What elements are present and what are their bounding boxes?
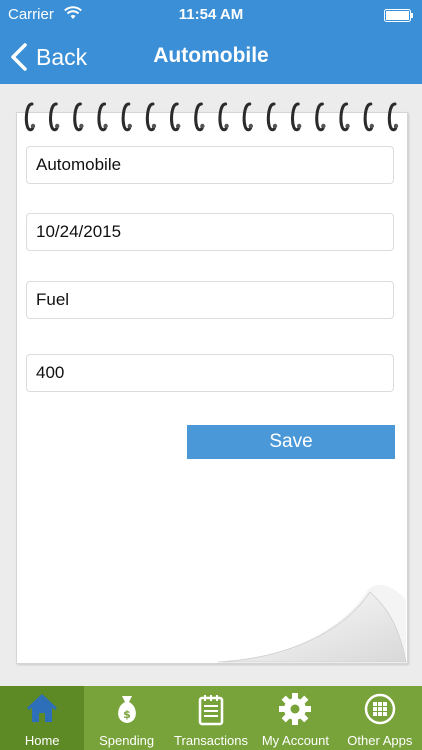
amount-field[interactable]: 400 xyxy=(26,354,394,392)
tab-home-label: Home xyxy=(24,733,60,748)
money-bag-icon: $ xyxy=(117,696,136,723)
spiral-ring xyxy=(121,102,132,132)
category-field[interactable]: Automobile xyxy=(26,146,394,184)
spiral-ring xyxy=(315,102,326,132)
tab-spending[interactable]: $ Spending xyxy=(84,686,168,750)
subcategory-field[interactable]: Fuel xyxy=(26,281,394,319)
spiral-ring xyxy=(49,102,60,132)
spiral-ring xyxy=(266,102,278,132)
tab-other-apps-label: Other Apps xyxy=(347,733,413,748)
spiral-ring xyxy=(24,102,36,132)
spiral-ring xyxy=(73,102,84,132)
spiral-ring xyxy=(387,102,399,132)
date-field[interactable]: 10/24/2015 xyxy=(26,213,394,251)
tab-transactions-label: Transactions xyxy=(174,733,248,748)
tab-spending-label: Spending xyxy=(99,733,155,748)
tab-bar: Home $ Spending Transactions My Account … xyxy=(0,686,422,750)
spiral-ring xyxy=(363,102,374,132)
spiral-ring xyxy=(242,102,253,132)
notepad-icon xyxy=(198,695,224,726)
status-bar: Carrier 11:54 AM xyxy=(0,0,422,30)
spiral-ring xyxy=(194,102,205,132)
page-title: Automobile xyxy=(153,44,269,67)
spiral-ring xyxy=(170,102,181,132)
spiral-binding xyxy=(24,102,399,132)
tab-other-apps[interactable]: Other Apps xyxy=(338,686,422,750)
tab-my-account[interactable]: My Account xyxy=(253,686,337,750)
page-curl xyxy=(218,584,407,663)
clock: 11:54 AM xyxy=(178,6,244,23)
tab-home[interactable]: Home xyxy=(0,686,85,750)
grid-icon xyxy=(364,693,396,725)
spiral-ring xyxy=(291,102,302,132)
spiral-ring xyxy=(97,102,108,132)
gear-icon xyxy=(279,693,312,725)
save-button[interactable]: Save xyxy=(187,425,395,459)
spiral-ring xyxy=(339,102,350,132)
svg-text:$: $ xyxy=(123,708,131,721)
tab-my-account-label: My Account xyxy=(261,733,330,748)
battery-icon xyxy=(384,9,413,22)
spiral-ring xyxy=(218,102,229,132)
navigation-bar: Back Automobile xyxy=(0,30,422,84)
home-icon xyxy=(27,693,58,722)
spiral-ring xyxy=(145,102,157,132)
tab-transactions[interactable]: Transactions xyxy=(169,686,253,750)
